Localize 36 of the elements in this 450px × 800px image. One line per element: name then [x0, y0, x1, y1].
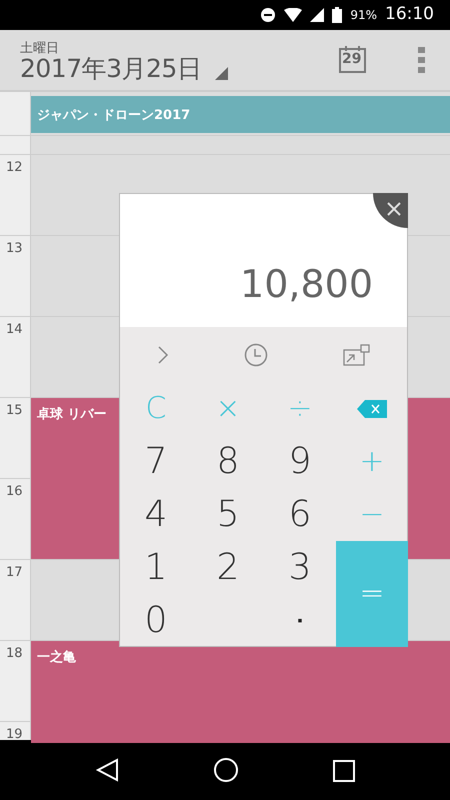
calendar-event[interactable]: 一之亀: [31, 641, 450, 743]
digit-key[interactable]: 8: [192, 435, 264, 488]
history-clock-icon[interactable]: [244, 342, 268, 367]
digit-key[interactable]: 7: [120, 435, 192, 488]
backspace-icon: [357, 400, 387, 418]
hour-label: 14: [6, 322, 23, 337]
wifi-icon: [284, 8, 302, 22]
clock-time: 16:10: [385, 3, 434, 26]
home-button[interactable]: [213, 757, 239, 783]
dropdown-triangle-icon: [215, 67, 228, 80]
battery-percent: 91%: [350, 7, 377, 24]
hour-label: 15: [6, 403, 23, 418]
digit-key[interactable]: 6: [264, 488, 336, 541]
back-button[interactable]: [95, 758, 119, 782]
digit-key[interactable]: 3: [264, 541, 336, 594]
weekday-label: 土曜日: [20, 42, 60, 55]
more-options-button[interactable]: [418, 47, 426, 73]
battery-icon: [332, 7, 342, 23]
close-icon: [386, 201, 402, 218]
display-value: 10,800: [240, 261, 373, 308]
hour-label: 13: [6, 241, 23, 256]
date-dropdown[interactable]: 2017年3月25日: [20, 54, 228, 82]
hour-label: 16: [6, 484, 23, 499]
resize-window-icon[interactable]: [342, 342, 370, 366]
hour-label: 17: [6, 565, 23, 580]
signal-icon: [310, 8, 324, 22]
digit-key[interactable]: 4: [120, 488, 192, 541]
do-not-disturb-icon: [260, 7, 276, 23]
digit-key[interactable]: 5: [192, 488, 264, 541]
hour-label: 18: [6, 646, 23, 661]
digit-key[interactable]: 9: [264, 435, 336, 488]
digit-key[interactable]: 2: [192, 541, 264, 594]
digit-key[interactable]: 1: [120, 541, 192, 594]
hour-label: 12: [6, 160, 23, 175]
recent-apps-button[interactable]: [333, 758, 355, 782]
hour-label: 19: [6, 727, 23, 742]
